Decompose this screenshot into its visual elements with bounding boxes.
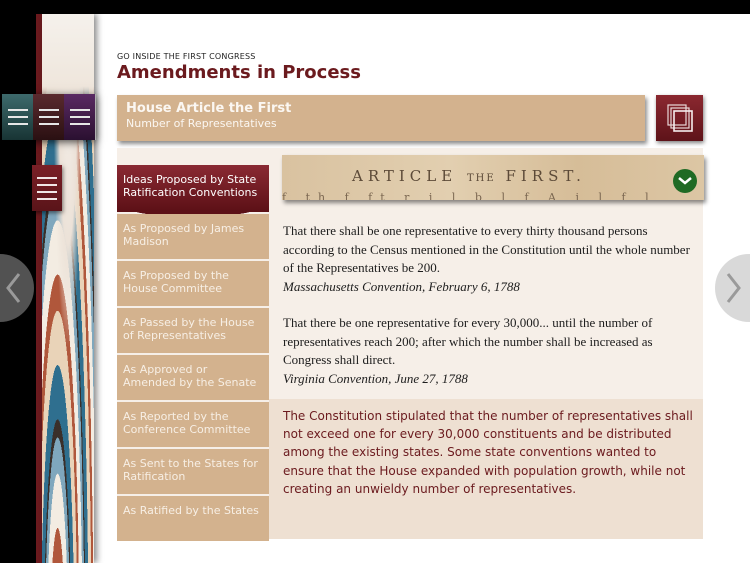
tab-state-conventions[interactable]: Ideas Proposed by State Ratification Con… <box>117 165 269 218</box>
document-image-strip[interactable]: ARTICLE THE FIRST. f th f ft r i l b l f… <box>282 155 704 200</box>
expand-document-button[interactable] <box>673 169 697 193</box>
menu-icon[interactable] <box>33 94 64 140</box>
heading-word: THE <box>466 173 496 184</box>
tab-ratified[interactable]: As Ratified by the States <box>117 496 269 541</box>
article-subtitle: Number of Representatives <box>126 117 277 130</box>
page-title: Amendments in Process <box>117 62 361 83</box>
tab-passed-house[interactable]: As Passed by the House of Representative… <box>117 308 269 353</box>
article-title: House Article the First <box>126 101 292 116</box>
stage-tabs: Ideas Proposed by State Ratification Con… <box>117 165 269 543</box>
chevron-right-icon <box>726 273 741 303</box>
document-faint-line: f th f ft r i l b l f A i l f l <box>282 191 657 200</box>
convention-quotes: That there shall be one representative t… <box>283 222 695 406</box>
menu-icon[interactable] <box>2 94 33 140</box>
quote-text: That there be one representative for eve… <box>283 315 653 367</box>
tab-sent-to-states[interactable]: As Sent to the States for Ratification <box>117 449 269 494</box>
section-menu-group[interactable] <box>2 94 96 140</box>
compare-versions-button[interactable] <box>656 95 703 141</box>
status-bar <box>0 0 750 14</box>
heading-word: ARTICLE <box>352 167 458 185</box>
menu-icon[interactable] <box>64 94 95 140</box>
chevron-down-icon <box>678 177 692 185</box>
quote-text: That there shall be one representative t… <box>283 223 690 275</box>
tab-james-madison[interactable]: As Proposed by James Madison <box>117 214 269 259</box>
tab-house-committee[interactable]: As Proposed by the House Committee <box>117 261 269 306</box>
next-button[interactable] <box>715 254 750 322</box>
commentary-box: The Constitution stipulated that the num… <box>269 399 703 539</box>
document-heading: ARTICLE THE FIRST. <box>352 167 586 185</box>
menu-icon[interactable] <box>32 165 62 211</box>
quote-item: That there be one representative for eve… <box>283 314 695 388</box>
stacked-pages-icon <box>667 104 693 132</box>
tab-senate[interactable]: As Approved or Amended by the Senate <box>117 355 269 400</box>
quote-source: Massachusetts Convention, February 6, 17… <box>283 278 520 294</box>
quote-item: That there shall be one representative t… <box>283 222 695 296</box>
section-kicker: GO INSIDE THE FIRST CONGRESS <box>117 52 256 61</box>
tab-conference-committee[interactable]: As Reported by the Conference Committee <box>117 402 269 447</box>
quote-source: Virginia Convention, June 27, 1788 <box>283 370 468 386</box>
commentary-text: The Constitution stipulated that the num… <box>283 409 693 496</box>
heading-word: FIRST. <box>505 167 586 185</box>
article-header: House Article the First Number of Repres… <box>117 95 645 141</box>
chevron-left-icon <box>6 273 21 303</box>
